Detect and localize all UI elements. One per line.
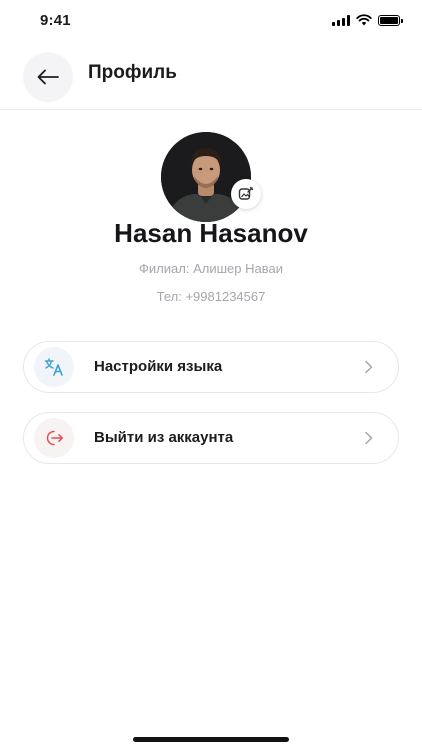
chevron-right-icon xyxy=(365,431,373,445)
language-icon-container xyxy=(34,347,74,387)
cellular-signal-icon xyxy=(332,14,350,26)
avatar[interactable] xyxy=(161,132,251,222)
status-bar: 9:41 xyxy=(0,0,422,44)
profile-name: Hasan Hasanov xyxy=(114,218,308,248)
language-settings-label: Настройки языка xyxy=(94,358,223,375)
back-button[interactable] xyxy=(23,52,73,102)
status-icons xyxy=(332,14,403,26)
profile-phone: Тел: +9981234567 xyxy=(156,289,266,304)
logout-icon xyxy=(46,430,64,446)
battery-icon xyxy=(378,14,403,26)
profile-branch: Филиал: Алишер Наваи xyxy=(139,261,283,276)
language-settings-button[interactable]: Настройки языка xyxy=(23,341,399,393)
profile-screen: 9:41 Профиль Hasan Hasanov Филиал: Алише… xyxy=(0,0,422,750)
edit-photo-icon xyxy=(238,186,254,200)
chevron-right-icon xyxy=(365,360,373,374)
avatar-photo xyxy=(161,132,251,222)
translate-icon xyxy=(44,358,63,376)
wifi-icon xyxy=(356,14,372,26)
logout-label: Выйти из аккаунта xyxy=(94,429,234,446)
header: Профиль xyxy=(0,48,422,110)
arrow-left-icon xyxy=(37,69,59,85)
home-indicator[interactable] xyxy=(133,737,289,742)
avatar-container xyxy=(161,132,261,222)
logout-icon-container xyxy=(34,418,74,458)
edit-photo-button[interactable] xyxy=(231,179,261,209)
status-time: 9:41 xyxy=(40,12,71,29)
page-title: Профиль xyxy=(88,62,177,83)
logout-button[interactable]: Выйти из аккаунта xyxy=(23,412,399,464)
